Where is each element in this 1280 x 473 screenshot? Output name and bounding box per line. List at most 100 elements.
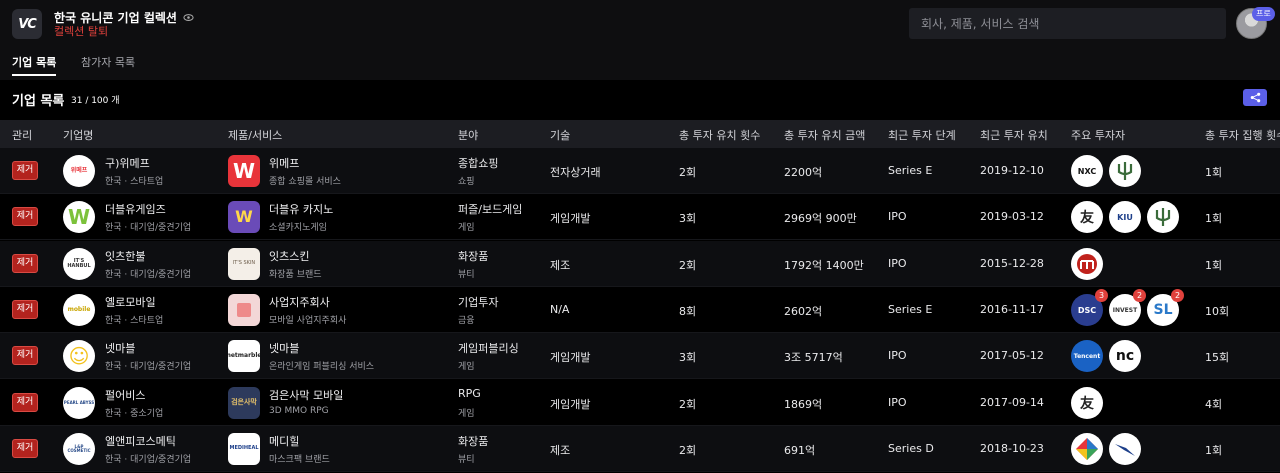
product-logo[interactable] bbox=[228, 294, 260, 327]
trident-icon bbox=[1117, 162, 1133, 181]
remove-button[interactable]: 제거 bbox=[12, 392, 38, 412]
amount-cell: 3조 5717억 bbox=[784, 351, 843, 365]
company-name[interactable]: 펄어비스 bbox=[105, 387, 145, 403]
remove-button[interactable]: 제거 bbox=[12, 161, 38, 181]
field-category: 게임 bbox=[458, 362, 475, 373]
investor-logo[interactable] bbox=[1071, 432, 1103, 465]
col-tech[interactable]: 기술 bbox=[550, 127, 570, 143]
amount-cell: 2602억 bbox=[784, 305, 823, 319]
field-name: 종합쇼핑 bbox=[458, 157, 499, 171]
kor-char-logo: 友 bbox=[1080, 210, 1094, 227]
company-meta: 한국 · 중소기업 bbox=[105, 408, 164, 419]
last-date-cell: 2017-05-12 bbox=[980, 349, 1044, 363]
company-name[interactable]: 더블유게임즈 bbox=[105, 201, 166, 217]
amount-cell: 2200억 bbox=[784, 166, 823, 180]
rounds-cell: 2회 bbox=[679, 397, 697, 411]
product-name[interactable]: 더블유 카지노 bbox=[269, 201, 333, 217]
itsskin-icon: IT'S SKIN bbox=[232, 260, 256, 267]
doubleu-casino-icon: W bbox=[235, 207, 253, 227]
remove-button[interactable]: 제거 bbox=[12, 253, 38, 273]
col-amount[interactable]: 총 투자 유치 금액 bbox=[784, 127, 865, 143]
product-name[interactable]: 잇츠스킨 bbox=[269, 248, 309, 264]
pro-badge: 프로 bbox=[1252, 7, 1275, 21]
company-logo[interactable]: mobile bbox=[63, 294, 95, 327]
rounds-cell: 2회 bbox=[679, 443, 697, 457]
doubleugames-logo: W bbox=[67, 205, 91, 230]
red-maze-icon bbox=[1077, 253, 1097, 274]
search-input[interactable] bbox=[909, 8, 1226, 39]
nxc-logo: NXC bbox=[1077, 166, 1097, 176]
count-badge: 2 bbox=[1133, 289, 1146, 303]
col-product[interactable]: 제품/서비스 bbox=[228, 127, 282, 143]
section-count: 31 / 100 개 bbox=[71, 96, 120, 106]
company-name[interactable]: 잇츠한불 bbox=[105, 248, 145, 264]
tech-cell: 제조 bbox=[550, 443, 571, 457]
stage-cell: IPO bbox=[888, 349, 907, 363]
remove-button[interactable]: 제거 bbox=[12, 346, 38, 366]
lnpcosmetic-logo: L&P COSMETIC bbox=[67, 443, 91, 453]
investor-logo[interactable] bbox=[1109, 432, 1141, 465]
company-name[interactable]: 넷마블 bbox=[105, 340, 135, 356]
product-logo[interactable]: netmarble bbox=[228, 340, 260, 373]
product-logo[interactable]: 검은사막 bbox=[228, 386, 260, 419]
company-logo[interactable]: IT'S HANBUL bbox=[63, 247, 95, 280]
investor-logo[interactable] bbox=[1109, 155, 1141, 188]
product-name[interactable]: 넷마블 bbox=[269, 340, 299, 356]
app-logo[interactable]: VC bbox=[12, 9, 42, 39]
product-logo[interactable]: MEDIHEAL bbox=[228, 432, 260, 465]
product-name[interactable]: 메디힐 bbox=[269, 433, 299, 449]
sl-logo: SL bbox=[1153, 302, 1173, 319]
col-investors[interactable]: 주요 투자자 bbox=[1071, 127, 1125, 143]
exec-count-cell: 1회 bbox=[1205, 258, 1223, 272]
tab-participant-list[interactable]: 참가자 목록 bbox=[81, 54, 135, 76]
remove-button[interactable]: 제거 bbox=[12, 438, 38, 458]
col-exec-count[interactable]: 총 투자 집행 횟수 bbox=[1205, 127, 1280, 143]
company-name[interactable]: 구)위메프 bbox=[105, 155, 150, 171]
amount-cell: 1869억 bbox=[784, 397, 823, 411]
trident-icon bbox=[1155, 208, 1171, 227]
tab-company-list[interactable]: 기업 목록 bbox=[12, 54, 57, 76]
remove-button[interactable]: 제거 bbox=[12, 207, 38, 227]
company-logo[interactable]: L&P COSMETIC bbox=[63, 432, 95, 465]
tech-cell: 게임개발 bbox=[550, 397, 591, 411]
col-last-date[interactable]: 최근 투자 유치 bbox=[980, 127, 1048, 143]
product-logo[interactable]: W bbox=[228, 155, 260, 188]
product-name[interactable]: 검은사막 모바일 bbox=[269, 387, 343, 403]
amount-cell: 1792억 1400만 bbox=[784, 258, 864, 272]
product-name[interactable]: 사업지주회사 bbox=[269, 294, 330, 310]
col-manage: 관리 bbox=[12, 129, 33, 142]
company-name[interactable]: 옐로모바일 bbox=[105, 294, 156, 310]
remove-button[interactable]: 제거 bbox=[12, 300, 38, 320]
mediheal-icon: MEDIHEAL bbox=[229, 445, 259, 452]
rounds-cell: 8회 bbox=[679, 305, 697, 319]
investor-logo[interactable]: 友 bbox=[1071, 386, 1103, 419]
product-logo[interactable]: IT'S SKIN bbox=[228, 247, 260, 280]
share-button[interactable] bbox=[1243, 89, 1267, 106]
netmarble-icon: netmarble bbox=[228, 352, 260, 360]
stage-cell: Series E bbox=[888, 303, 933, 317]
product-desc: 화장품 브랜드 bbox=[269, 269, 322, 280]
company-name[interactable]: 엘앤피코스메틱 bbox=[105, 433, 176, 449]
company-logo[interactable]: 위메프 bbox=[63, 155, 95, 188]
company-meta: 한국 · 스타트업 bbox=[105, 177, 164, 188]
exec-count-cell: 1회 bbox=[1205, 212, 1223, 226]
product-name[interactable]: 위메프 bbox=[269, 155, 299, 171]
product-logo[interactable]: W bbox=[228, 201, 260, 234]
investor-logo[interactable] bbox=[1071, 247, 1103, 280]
field-name: 게임퍼블리싱 bbox=[458, 342, 519, 356]
col-field[interactable]: 분야 bbox=[458, 127, 478, 143]
col-rounds[interactable]: 총 투자 유치 횟수 bbox=[679, 127, 760, 143]
company-meta: 한국 · 대기업/중견기업 bbox=[105, 454, 192, 465]
stage-cell: IPO bbox=[888, 256, 907, 270]
itshanbul-logo: IT'S HANBUL bbox=[67, 257, 91, 269]
last-date-cell: 2016-11-17 bbox=[980, 303, 1044, 317]
leave-collection-link[interactable]: 컬렉션 탈퇴 bbox=[54, 23, 108, 39]
company-logo[interactable]: PEARL ABYSS bbox=[63, 386, 95, 419]
investor-logo[interactable]: NXC bbox=[1071, 155, 1103, 188]
tech-cell: N/A bbox=[550, 303, 570, 317]
rounds-cell: 3회 bbox=[679, 351, 697, 365]
col-stage[interactable]: 최근 투자 단계 bbox=[888, 127, 956, 143]
col-company[interactable]: 기업명 bbox=[63, 127, 93, 143]
tencent-logo: Tencent bbox=[1073, 352, 1101, 360]
eye-icon[interactable] bbox=[183, 12, 194, 23]
